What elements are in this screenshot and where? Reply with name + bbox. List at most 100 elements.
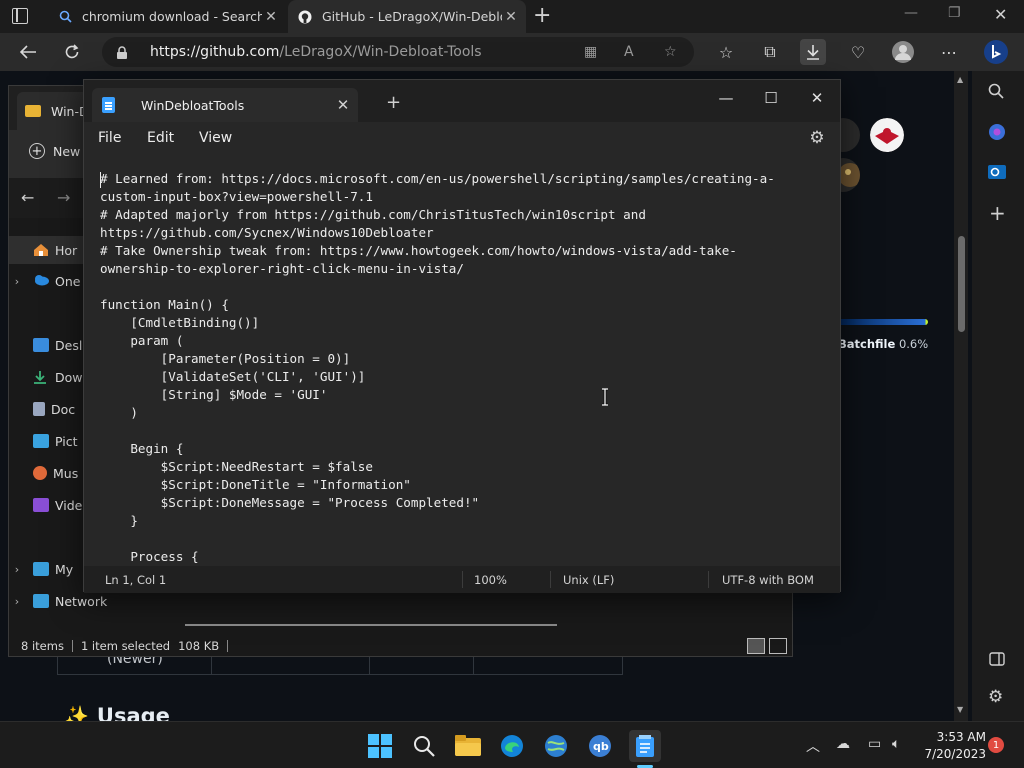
- menu-view[interactable]: View: [199, 130, 232, 146]
- document-content[interactable]: # Learned from: https://docs.microsoft.c…: [100, 170, 840, 566]
- back-icon[interactable]: [15, 39, 41, 65]
- browser-tab-github[interactable]: GitHub - LeDragoX/Win-Debloa ✕: [288, 0, 526, 33]
- close-icon[interactable]: ✕: [502, 9, 520, 25]
- language-percent: 0.6%: [898, 337, 929, 351]
- address-bar[interactable]: https://github.com/LeDragoX/Win-Debloat-…: [102, 37, 694, 67]
- gear-icon[interactable]: ⚙: [808, 129, 826, 147]
- notification-badge[interactable]: 1: [988, 737, 1004, 753]
- cloud-icon: [33, 274, 49, 288]
- video-icon: [33, 498, 49, 512]
- search-icon[interactable]: [988, 83, 1004, 103]
- edge-icon[interactable]: [496, 730, 528, 762]
- zoom-level[interactable]: 100%: [474, 573, 507, 587]
- new-button[interactable]: + New: [29, 143, 80, 159]
- sidebar-toggle-icon[interactable]: [989, 651, 1005, 670]
- forward-arrow-icon[interactable]: →: [57, 188, 70, 207]
- close-tab-icon[interactable]: ✕: [328, 96, 358, 114]
- github-icon: [298, 10, 312, 24]
- edge-sidebar: + ⚙: [972, 71, 1024, 721]
- browser-essentials-icon[interactable]: ♡: [845, 39, 871, 65]
- desktop-icon: [33, 338, 49, 352]
- text-cursor-icon: [602, 388, 608, 406]
- chevron-right-icon[interactable]: ›: [9, 563, 25, 576]
- more-options-icon[interactable]: ⋯: [936, 39, 962, 65]
- refresh-icon[interactable]: [59, 39, 85, 65]
- new-tab-button[interactable]: +: [533, 3, 551, 28]
- file-explorer-icon[interactable]: [452, 730, 484, 762]
- notepad-tab[interactable]: WinDebloatTools ✕: [92, 88, 358, 122]
- network-icon: [33, 594, 49, 608]
- gear-icon[interactable]: ⚙: [988, 687, 1003, 707]
- nav-item-label: Mus: [53, 465, 79, 481]
- browser-tab-strip: chromium download - Search ✕ GitHub - Le…: [0, 0, 1024, 33]
- shopping-icon[interactable]: [988, 123, 1006, 144]
- explorer-horizontal-scrollbar[interactable]: [185, 624, 557, 626]
- outlook-icon[interactable]: [988, 163, 1006, 184]
- lock-icon[interactable]: [116, 46, 128, 59]
- url-host: https://github.com: [150, 44, 280, 60]
- line-ending[interactable]: Unix (LF): [563, 573, 614, 587]
- notepad-tab-title: WinDebloatTools: [141, 97, 245, 113]
- nav-item-label: Desl: [55, 337, 83, 353]
- menu-file[interactable]: File: [98, 130, 121, 146]
- notepad-new-tab-button[interactable]: +: [386, 92, 401, 113]
- favorite-star-icon[interactable]: ☆: [664, 44, 677, 60]
- app-available-icon[interactable]: ▦: [584, 44, 597, 60]
- volume-icon[interactable]: 🔈︎: [892, 736, 900, 752]
- restore-icon[interactable]: ❐: [948, 5, 961, 21]
- chevron-up-icon[interactable]: ︿: [806, 736, 820, 756]
- notepad-status-bar: Ln 1, Col 1 100% Unix (LF) UTF-8 with BO…: [84, 566, 840, 593]
- collections-icon[interactable]: ⧉: [757, 39, 783, 65]
- network-icon[interactable]: ▭: [868, 736, 881, 752]
- back-arrow-icon[interactable]: ←: [21, 188, 34, 207]
- qbittorrent-icon[interactable]: qb: [584, 730, 616, 762]
- search-icon[interactable]: [408, 730, 440, 762]
- start-windows-icon[interactable]: [364, 730, 396, 762]
- minimize-icon[interactable]: —: [704, 85, 748, 111]
- notepad-text-area[interactable]: # Learned from: https://docs.microsoft.c…: [84, 154, 840, 566]
- nav-item-label: One: [55, 273, 81, 289]
- read-aloud-icon[interactable]: A: [624, 44, 634, 60]
- minimize-icon[interactable]: —: [904, 5, 918, 21]
- profile-avatar[interactable]: [890, 39, 916, 65]
- browser-tab-search[interactable]: chromium download - Search ✕: [48, 0, 286, 33]
- contributor-avatar[interactable]: [870, 118, 904, 152]
- add-icon[interactable]: +: [989, 201, 1006, 225]
- notepad-taskbar-icon[interactable]: [629, 730, 661, 762]
- notepad-menubar: File Edit View ⚙: [84, 122, 840, 154]
- address-url: https://github.com/LeDragoX/Win-Debloat-…: [150, 44, 482, 60]
- close-icon[interactable]: ✕: [262, 9, 280, 25]
- favorites-icon[interactable]: ☆: [713, 39, 739, 65]
- close-icon[interactable]: ✕: [795, 85, 839, 111]
- page-scroll-thumb[interactable]: [958, 236, 965, 332]
- details-view-icon[interactable]: [747, 638, 765, 654]
- clock-date[interactable]: 7/20/2023: [920, 747, 986, 761]
- chevron-right-icon[interactable]: ›: [9, 275, 25, 288]
- item-count: 8 items: [21, 639, 64, 653]
- tiles-view-icon[interactable]: [769, 638, 787, 654]
- svg-text:qb: qb: [593, 740, 609, 753]
- maximize-icon[interactable]: ☐: [749, 85, 793, 111]
- downloads-icon[interactable]: [800, 39, 826, 65]
- pictures-icon: [33, 434, 49, 448]
- nav-item-label: Vide: [55, 497, 83, 513]
- chevron-right-icon[interactable]: ›: [9, 595, 25, 608]
- folder-icon: [25, 105, 41, 117]
- clock-time[interactable]: 3:53 AM: [920, 730, 986, 744]
- copilot-icon[interactable]: [983, 39, 1009, 65]
- nav-item-label: My: [55, 561, 74, 577]
- page-scrollbar[interactable]: ▲ ▼: [954, 71, 968, 721]
- tab-actions-icon[interactable]: [12, 8, 28, 24]
- search-icon: [58, 10, 72, 24]
- close-icon[interactable]: ✕: [994, 5, 1007, 24]
- cloud-sync-icon[interactable]: ☁: [836, 736, 850, 752]
- encoding[interactable]: UTF-8 with BOM: [722, 573, 814, 587]
- home-icon: [33, 243, 49, 257]
- menu-edit[interactable]: Edit: [147, 130, 174, 146]
- nav-item-label: Doc: [51, 401, 76, 417]
- globe-app-icon[interactable]: [540, 730, 572, 762]
- selected-count: 1 item selected: [80, 639, 171, 653]
- new-label: New: [53, 143, 81, 159]
- nav-item-label: Dow: [55, 369, 83, 385]
- language-bar: [838, 319, 928, 325]
